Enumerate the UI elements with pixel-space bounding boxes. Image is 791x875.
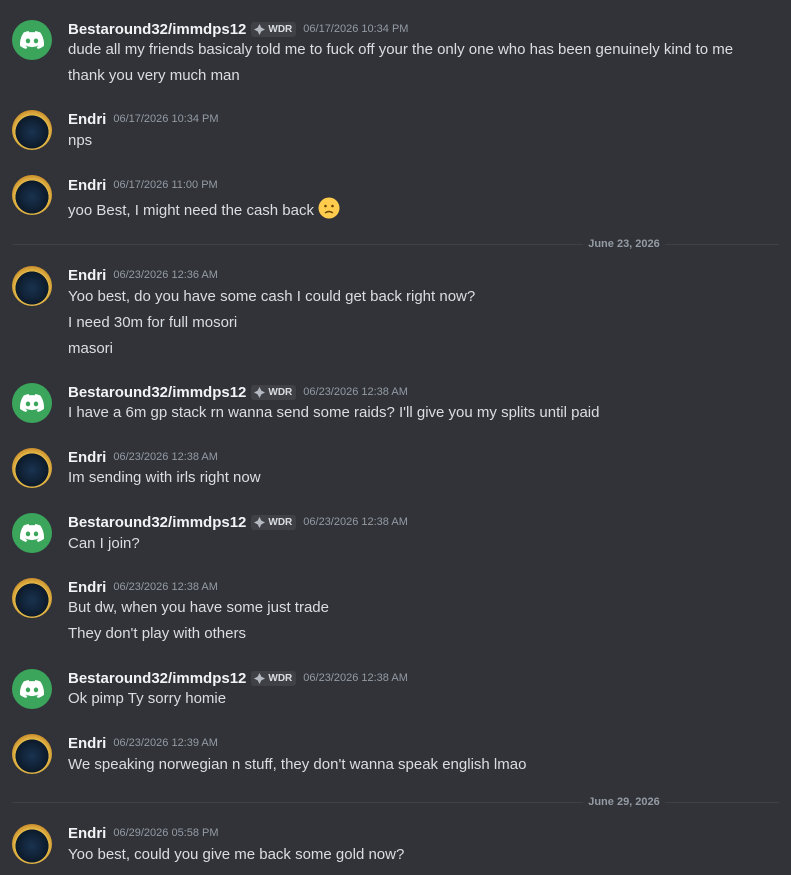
message-text: Im sending with irls right now [68, 469, 261, 486]
message-text: Ok pimp Ty sorry homie [68, 690, 227, 707]
author-name[interactable]: Endri [68, 177, 106, 194]
message-text: I need 30m for full mosori [68, 314, 238, 331]
message-text: dude all my friends basicaly told me to … [68, 41, 734, 58]
author-name[interactable]: Endri [68, 267, 106, 284]
message-text: Can I join? [68, 535, 140, 552]
message-text: But dw, when you have some just trade [68, 599, 329, 616]
character-avatar-icon[interactable] [12, 448, 52, 488]
message-text: nps [68, 132, 93, 149]
message-text: Yoo best, do you have some cash I could … [68, 288, 476, 305]
guild-tag-label: WDR [268, 386, 293, 398]
timestamp[interactable]: 06/17/2026 10:34 PM [303, 23, 408, 35]
timestamp[interactable]: 06/29/2026 05:58 PM [113, 827, 218, 839]
timestamp[interactable]: 06/23/2026 12:38 AM [113, 581, 218, 593]
message-text: They don't play with others [68, 625, 246, 642]
diamond-icon [254, 23, 266, 35]
character-avatar-icon[interactable] [12, 578, 52, 618]
discord-logo-icon[interactable] [12, 383, 52, 423]
guild-tag-label: WDR [268, 23, 293, 35]
discord-logo-icon[interactable] [12, 669, 52, 709]
guild-tag[interactable]: WDR [251, 384, 297, 400]
guild-tag-label: WDR [268, 516, 293, 528]
diamond-icon [254, 516, 266, 528]
timestamp[interactable]: 06/23/2026 12:39 AM [113, 737, 218, 749]
message-text: thank you very much man [68, 67, 240, 84]
author-name[interactable]: Endri [68, 111, 106, 128]
message-text: I have a 6m gp stack rn wanna send some … [68, 404, 600, 421]
author-name[interactable]: Endri [68, 735, 106, 752]
author-name[interactable]: Bestaround32/immdps12 [68, 21, 246, 38]
guild-tag[interactable]: WDR [251, 514, 297, 530]
timestamp[interactable]: 06/23/2026 12:36 AM [113, 269, 218, 281]
timestamp[interactable]: 06/23/2026 12:38 AM [303, 516, 408, 528]
author-name[interactable]: Endri [68, 449, 106, 466]
author-name[interactable]: Endri [68, 825, 106, 842]
character-avatar-icon[interactable] [12, 110, 52, 150]
timestamp[interactable]: 06/23/2026 12:38 AM [303, 386, 408, 398]
message-text: yoo Best, I might need the cash back [68, 197, 340, 219]
timestamp[interactable]: 06/17/2026 11:00 PM [113, 179, 217, 191]
author-name[interactable]: Bestaround32/immdps12 [68, 384, 246, 401]
guild-tag-label: WDR [268, 672, 293, 684]
character-avatar-icon[interactable] [12, 824, 52, 864]
slightly-frowning-face-emoji [318, 197, 340, 225]
timestamp[interactable]: 06/17/2026 10:34 PM [113, 113, 218, 125]
diamond-icon [254, 386, 266, 398]
date-divider-label: June 29, 2026 [583, 795, 665, 809]
author-name[interactable]: Bestaround32/immdps12 [68, 670, 246, 687]
date-divider-label: June 23, 2026 [583, 237, 665, 251]
discord-logo-icon[interactable] [12, 513, 52, 553]
guild-tag[interactable]: WDR [251, 21, 297, 37]
guild-tag[interactable]: WDR [251, 670, 297, 686]
character-avatar-icon[interactable] [12, 734, 52, 774]
diamond-icon [254, 672, 266, 684]
author-name[interactable]: Bestaround32/immdps12 [68, 514, 246, 531]
message-text-content: yoo Best, I might need the cash back [68, 201, 314, 219]
timestamp[interactable]: 06/23/2026 12:38 AM [303, 672, 408, 684]
author-name[interactable]: Endri [68, 579, 106, 596]
character-avatar-icon[interactable] [12, 266, 52, 306]
timestamp[interactable]: 06/23/2026 12:38 AM [113, 451, 218, 463]
message-text: masori [68, 340, 114, 357]
message-text: Yoo best, could you give me back some go… [68, 846, 405, 863]
discord-logo-icon[interactable] [12, 20, 52, 60]
date-divider: June 23, 2026 [12, 237, 779, 251]
character-avatar-icon[interactable] [12, 175, 52, 215]
message-text: We speaking norwegian n stuff, they don'… [68, 756, 527, 773]
date-divider: June 29, 2026 [12, 795, 779, 809]
